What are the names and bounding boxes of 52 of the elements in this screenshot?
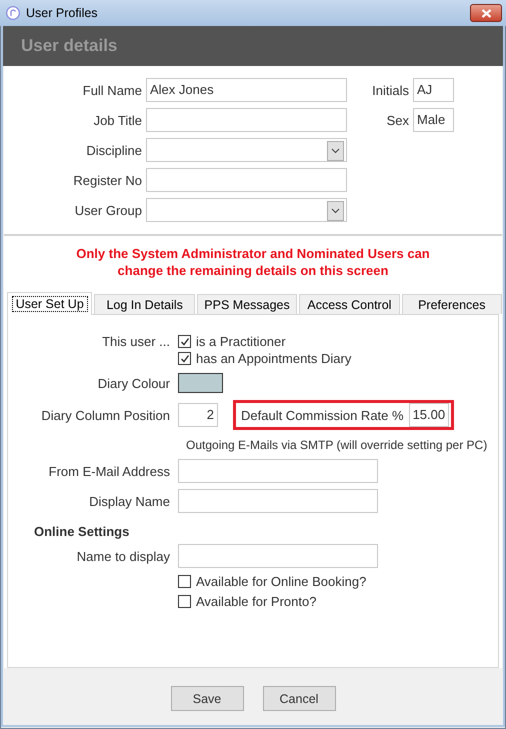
dropdown[interactable] — [146, 138, 347, 162]
dialog-button[interactable]: Cancel — [262, 686, 336, 711]
tab[interactable]: PPS Messages — [196, 294, 298, 314]
text-field[interactable]: 15.00 — [408, 403, 449, 427]
checkbox-label: Available for Online Booking? — [196, 574, 366, 589]
app-logo-icon — [6, 6, 20, 20]
text-field[interactable] — [178, 544, 378, 568]
field-label: Full Name — [82, 82, 142, 98]
window-title: User Profiles — [26, 6, 99, 20]
close-icon — [480, 8, 492, 18]
field-label: Display Name — [88, 494, 171, 508]
section-heading: Online Settings — [33, 524, 130, 540]
checkbox-label: is a Practitioner — [196, 334, 286, 349]
checkbox[interactable] — [178, 335, 191, 348]
text-field[interactable]: Alex Jones — [146, 78, 347, 102]
field-label: Default Commission Rate % — [241, 408, 404, 422]
close-button[interactable] — [470, 4, 502, 22]
text-field[interactable]: 2 — [178, 403, 218, 427]
tab[interactable]: Preferences — [402, 294, 502, 314]
permission-notice: Only the System Administrator and Nominated Users can change the remaining details on this screen — [75, 245, 431, 280]
text-field[interactable] — [178, 489, 378, 513]
field-label: Initials — [371, 82, 409, 98]
checkbox[interactable] — [178, 595, 191, 608]
chevron-down-icon — [331, 148, 340, 154]
field-label: User Group — [74, 202, 142, 218]
dialog-button[interactable]: Save — [170, 686, 244, 711]
field-label: Name to display — [76, 548, 171, 564]
text-field[interactable]: Male — [413, 108, 454, 132]
dropdown[interactable] — [146, 198, 347, 222]
checkbox-label: has an Appointments Diary — [196, 351, 352, 366]
field-label: Diary Column Position — [40, 408, 171, 422]
checkbox[interactable] — [178, 575, 191, 588]
section-title: User details — [21, 36, 118, 56]
field-label: Register No — [72, 172, 142, 188]
text-field[interactable] — [178, 459, 378, 483]
checkbox[interactable] — [178, 352, 191, 365]
field-label: This user ... — [101, 334, 171, 349]
tab[interactable]: Log In Details — [94, 294, 195, 314]
text-field[interactable] — [146, 168, 347, 192]
field-label: Discipline — [85, 142, 142, 158]
colour-swatch[interactable] — [178, 373, 223, 393]
text-field[interactable]: AJ — [413, 78, 454, 102]
field-label: Sex — [386, 112, 409, 128]
text-field[interactable] — [146, 108, 347, 132]
checkbox-label: Available for Pronto? — [196, 594, 316, 609]
smtp-note: Outgoing E-Mails via SMTP (will override setting per PC) — [185, 438, 488, 454]
tab[interactable]: Access Control — [299, 294, 400, 314]
chevron-down-icon — [331, 208, 340, 214]
field-label: Job Title — [92, 112, 142, 128]
field-label: From E-Mail Address — [48, 464, 171, 478]
tab[interactable]: User Set Up — [7, 292, 92, 315]
field-label: Diary Colour — [96, 376, 171, 390]
